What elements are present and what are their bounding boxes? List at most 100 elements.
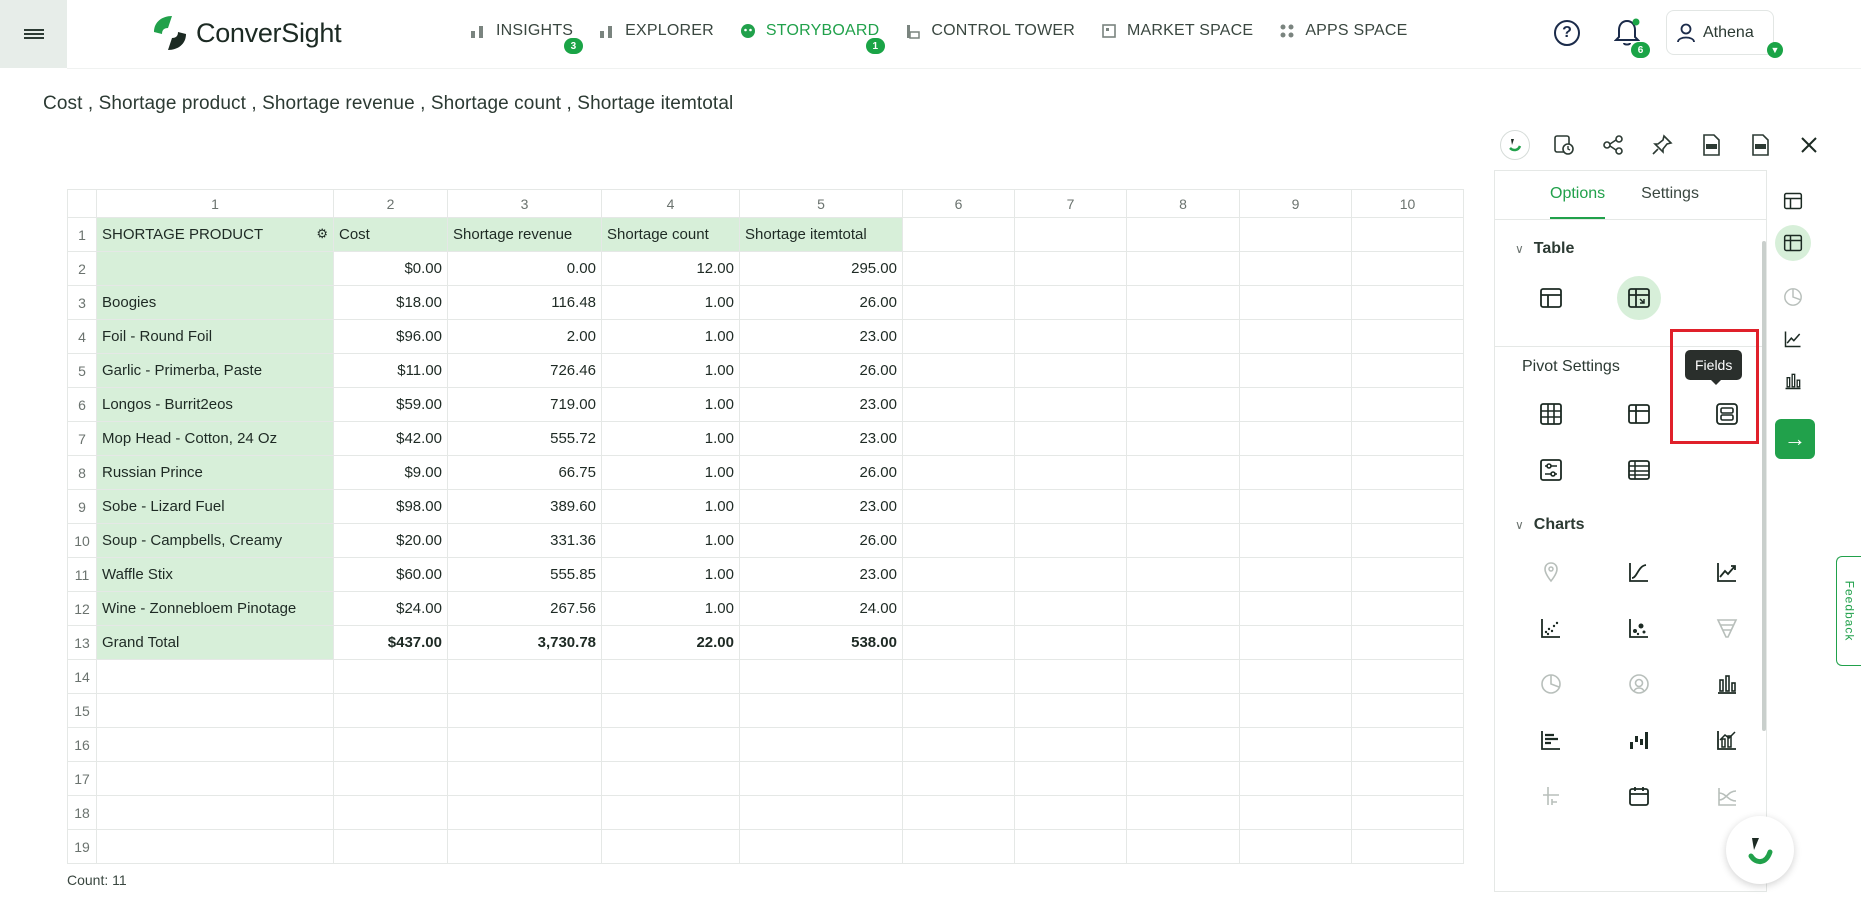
empty-cell[interactable] (739, 761, 903, 796)
itemtotal-cell[interactable]: 295.00 (739, 251, 903, 286)
revenue-cell[interactable]: 116.48 (447, 285, 602, 320)
revenue-cell[interactable]: 331.36 (447, 523, 602, 558)
empty-cell[interactable] (447, 761, 602, 796)
empty-cell[interactable] (902, 251, 1015, 286)
empty-cell[interactable] (1126, 455, 1240, 490)
product-cell[interactable]: Soup - Campbells, Creamy (96, 523, 334, 558)
empty-cell[interactable] (1239, 421, 1352, 456)
empty-cell[interactable] (1126, 591, 1240, 626)
empty-cell[interactable] (1351, 795, 1464, 830)
empty-cell[interactable] (1014, 421, 1127, 456)
empty-cell[interactable] (1351, 285, 1464, 320)
empty-cell[interactable] (1239, 319, 1352, 354)
empty-cell[interactable] (1351, 217, 1464, 252)
product-cell[interactable]: Mop Head - Cotton, 24 Oz (96, 421, 334, 456)
nav-apps-space[interactable]: APPS SPACE (1279, 22, 1407, 40)
combo-chart-option[interactable] (1683, 712, 1766, 768)
empty-cell[interactable] (1014, 523, 1127, 558)
empty-cell[interactable] (1126, 727, 1240, 762)
column-header[interactable]: 7 (1014, 189, 1127, 218)
empty-cell[interactable] (1351, 319, 1464, 354)
cost-cell[interactable]: $59.00 (333, 387, 448, 422)
revenue-cell[interactable]: 0.00 (447, 251, 602, 286)
product-cell[interactable]: Longos - Burrit2eos (96, 387, 334, 422)
empty-cell[interactable] (1351, 693, 1464, 728)
cost-cell[interactable]: $98.00 (333, 489, 448, 524)
menu-button[interactable] (0, 0, 67, 68)
empty-cell[interactable] (1239, 727, 1352, 762)
empty-cell[interactable] (447, 795, 602, 830)
count-cell[interactable]: 22.00 (601, 625, 740, 660)
product-cell[interactable]: Garlic - Primerba, Paste (96, 353, 334, 388)
empty-cell[interactable] (1014, 829, 1127, 864)
column-header[interactable]: 4 (601, 189, 740, 218)
empty-cell[interactable] (902, 829, 1015, 864)
cost-cell[interactable]: $0.00 (333, 251, 448, 286)
line-chart-option[interactable] (1683, 544, 1766, 600)
donut-chart-option[interactable] (1595, 656, 1683, 712)
empty-cell[interactable] (739, 795, 903, 830)
count-cell[interactable]: 12.00 (601, 251, 740, 286)
nav-storyboard[interactable]: STORYBOARD 1 (740, 22, 885, 54)
empty-cell[interactable] (333, 761, 448, 796)
empty-cell[interactable] (1239, 795, 1352, 830)
assistant-bot-button[interactable] (1726, 816, 1794, 884)
empty-cell[interactable] (333, 727, 448, 762)
count-cell[interactable]: 1.00 (601, 455, 740, 490)
empty-cell[interactable] (601, 829, 740, 864)
product-cell[interactable]: Russian Prince (96, 455, 334, 490)
product-cell[interactable]: Sobe - Lizard Fuel (96, 489, 334, 524)
revenue-cell[interactable]: 555.85 (447, 557, 602, 592)
column-header[interactable]: 8 (1126, 189, 1240, 218)
cost-cell[interactable]: $9.00 (333, 455, 448, 490)
column-header[interactable]: 9 (1239, 189, 1352, 218)
empty-cell[interactable] (1351, 625, 1464, 660)
empty-cell[interactable] (333, 829, 448, 864)
empty-cell[interactable] (96, 693, 334, 728)
schedule-report-icon[interactable] (1549, 130, 1579, 160)
scatter-chart-option[interactable] (1507, 600, 1595, 656)
grid-layout-option[interactable] (1507, 386, 1595, 442)
empty-cell[interactable] (902, 591, 1015, 626)
header-cell-count[interactable]: Shortage count (601, 217, 740, 252)
empty-cell[interactable] (1014, 489, 1127, 524)
itemtotal-cell[interactable]: 26.00 (739, 353, 903, 388)
empty-cell[interactable] (601, 795, 740, 830)
empty-cell[interactable] (739, 727, 903, 762)
empty-cell[interactable] (601, 727, 740, 762)
empty-cell[interactable] (601, 693, 740, 728)
rail-line-chart[interactable] (1775, 321, 1811, 357)
cost-cell[interactable]: $437.00 (333, 625, 448, 660)
revenue-cell[interactable]: 719.00 (447, 387, 602, 422)
empty-cell[interactable] (1239, 625, 1352, 660)
panel-scrollbar[interactable] (1762, 241, 1766, 731)
empty-cell[interactable] (739, 829, 903, 864)
empty-cell[interactable] (601, 761, 740, 796)
column-header[interactable]: 1 (96, 189, 334, 218)
empty-cell[interactable] (1014, 319, 1127, 354)
empty-cell[interactable] (1351, 489, 1464, 524)
empty-cell[interactable] (1126, 421, 1240, 456)
empty-cell[interactable] (1239, 285, 1352, 320)
rail-pie-chart[interactable] (1775, 279, 1811, 315)
empty-cell[interactable] (1126, 489, 1240, 524)
empty-cell[interactable] (1126, 761, 1240, 796)
axis-chart-option[interactable] (1507, 768, 1595, 824)
empty-cell[interactable] (1014, 625, 1127, 660)
empty-cell[interactable] (1239, 251, 1352, 286)
help-icon[interactable]: ? (1554, 20, 1580, 46)
empty-cell[interactable] (1239, 829, 1352, 864)
table-option[interactable] (1507, 270, 1595, 326)
arrow-right-icon[interactable]: → (1775, 419, 1815, 459)
header-cell-cost[interactable]: Cost (333, 217, 448, 252)
calendar-chart-option[interactable] (1595, 768, 1683, 824)
revenue-cell[interactable]: 389.60 (447, 489, 602, 524)
empty-cell[interactable] (1351, 761, 1464, 796)
empty-cell[interactable] (1126, 693, 1240, 728)
map-chart-option[interactable] (1507, 544, 1595, 600)
rail-column-chart[interactable] (1775, 363, 1811, 399)
empty-cell[interactable] (1351, 591, 1464, 626)
feedback-tab[interactable]: Feedback (1836, 556, 1861, 666)
empty-cell[interactable] (1014, 557, 1127, 592)
empty-cell[interactable] (1014, 591, 1127, 626)
